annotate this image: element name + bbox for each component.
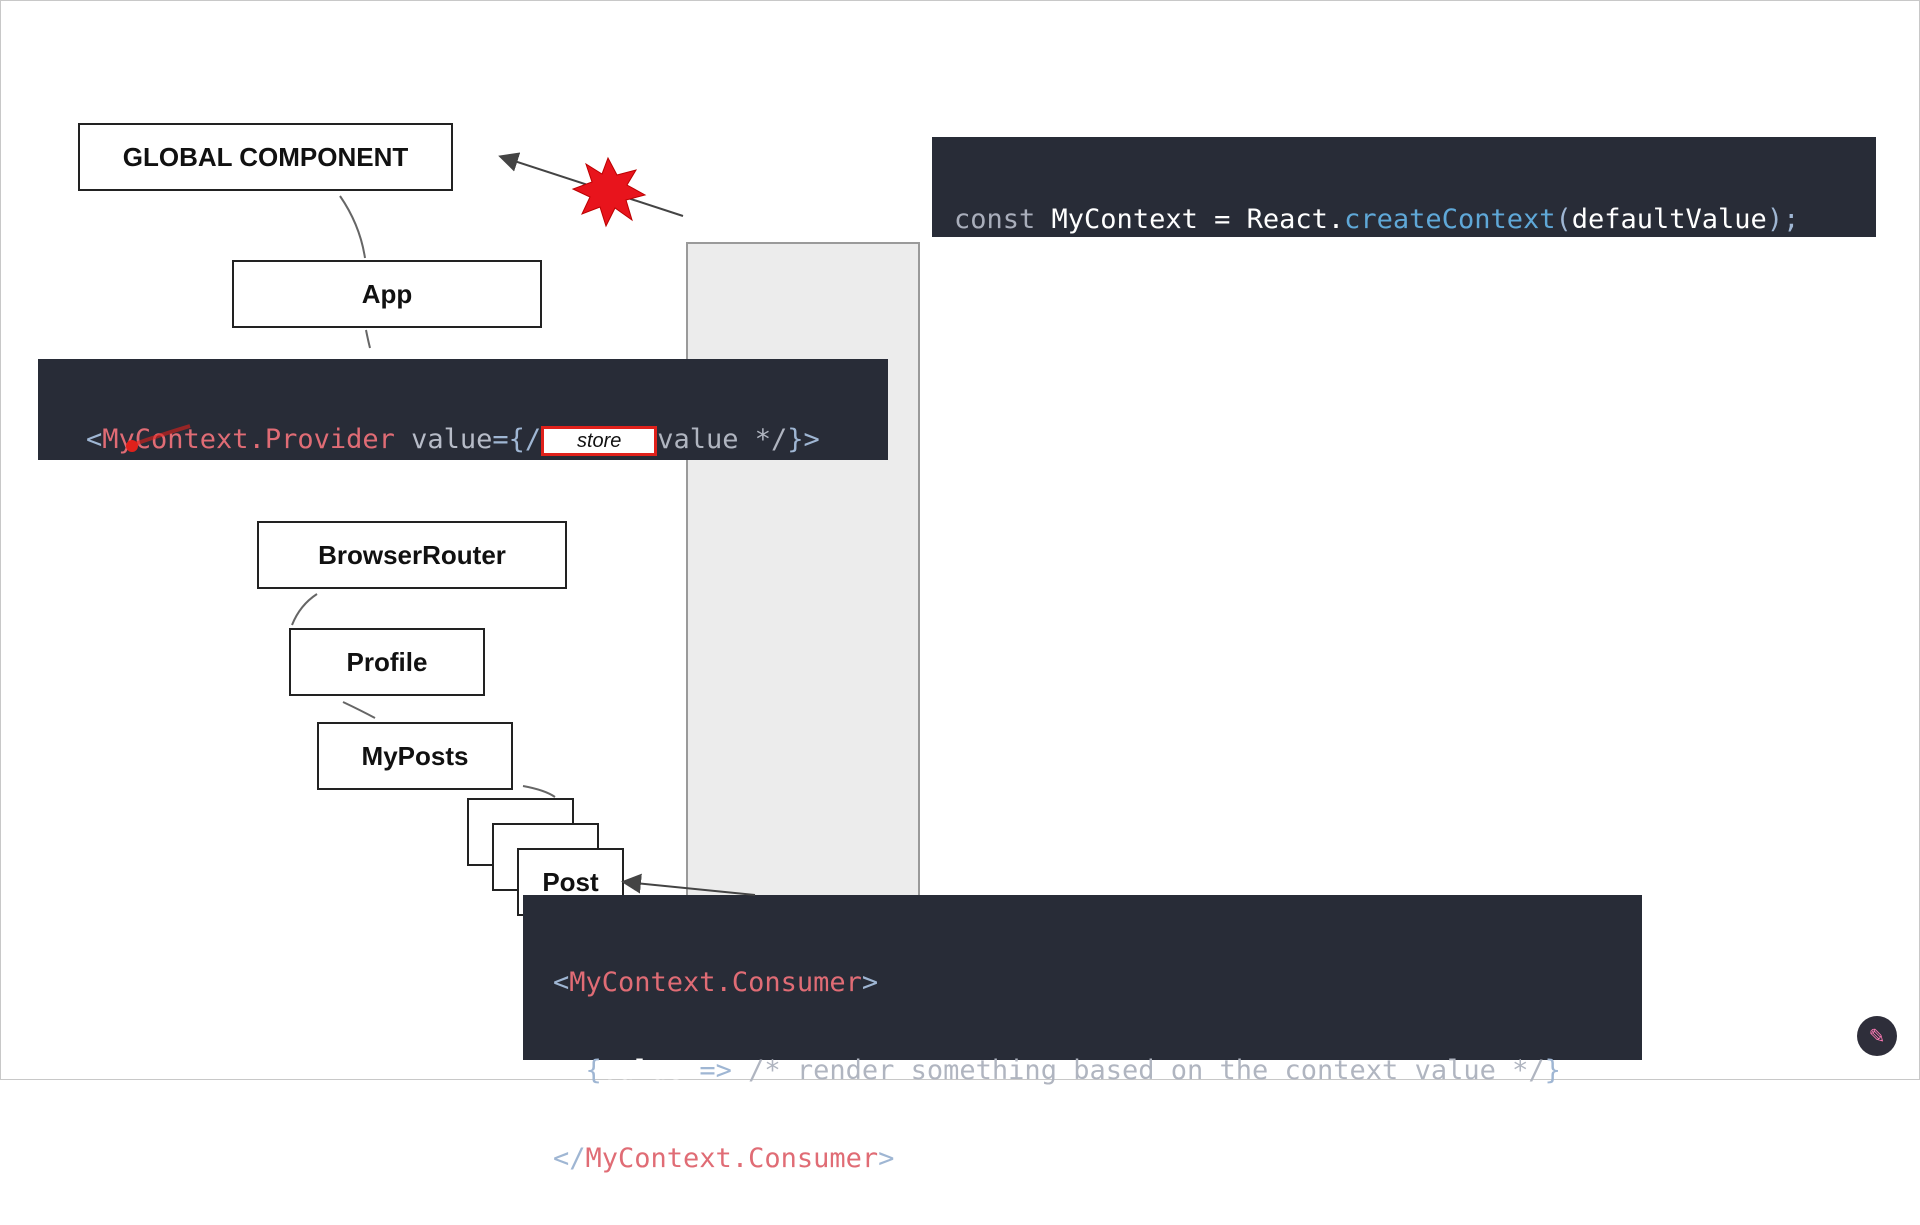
arrow-to-post bbox=[621, 873, 756, 896]
edge-router-profile bbox=[291, 593, 318, 626]
consumer-line-3: </MyContext.Consumer> bbox=[553, 1137, 1642, 1181]
consumer-end-tag: MyContext.Consumer bbox=[585, 1143, 879, 1174]
edge-global-app bbox=[339, 195, 366, 259]
edge-app-provider bbox=[365, 329, 371, 349]
consumer-end-open: </ bbox=[553, 1143, 586, 1174]
laser-pointer-dot bbox=[126, 440, 138, 452]
consumer-end-close: > bbox=[878, 1143, 895, 1174]
edge-profile-myposts bbox=[342, 701, 376, 719]
channel-avatar-icon[interactable]: ✎ bbox=[1857, 1016, 1897, 1056]
explosion-icon bbox=[571, 156, 647, 228]
edge-myposts-post bbox=[522, 785, 556, 798]
diagram-connectors bbox=[126, 152, 756, 896]
laser-pointer-icon bbox=[131, 424, 191, 447]
